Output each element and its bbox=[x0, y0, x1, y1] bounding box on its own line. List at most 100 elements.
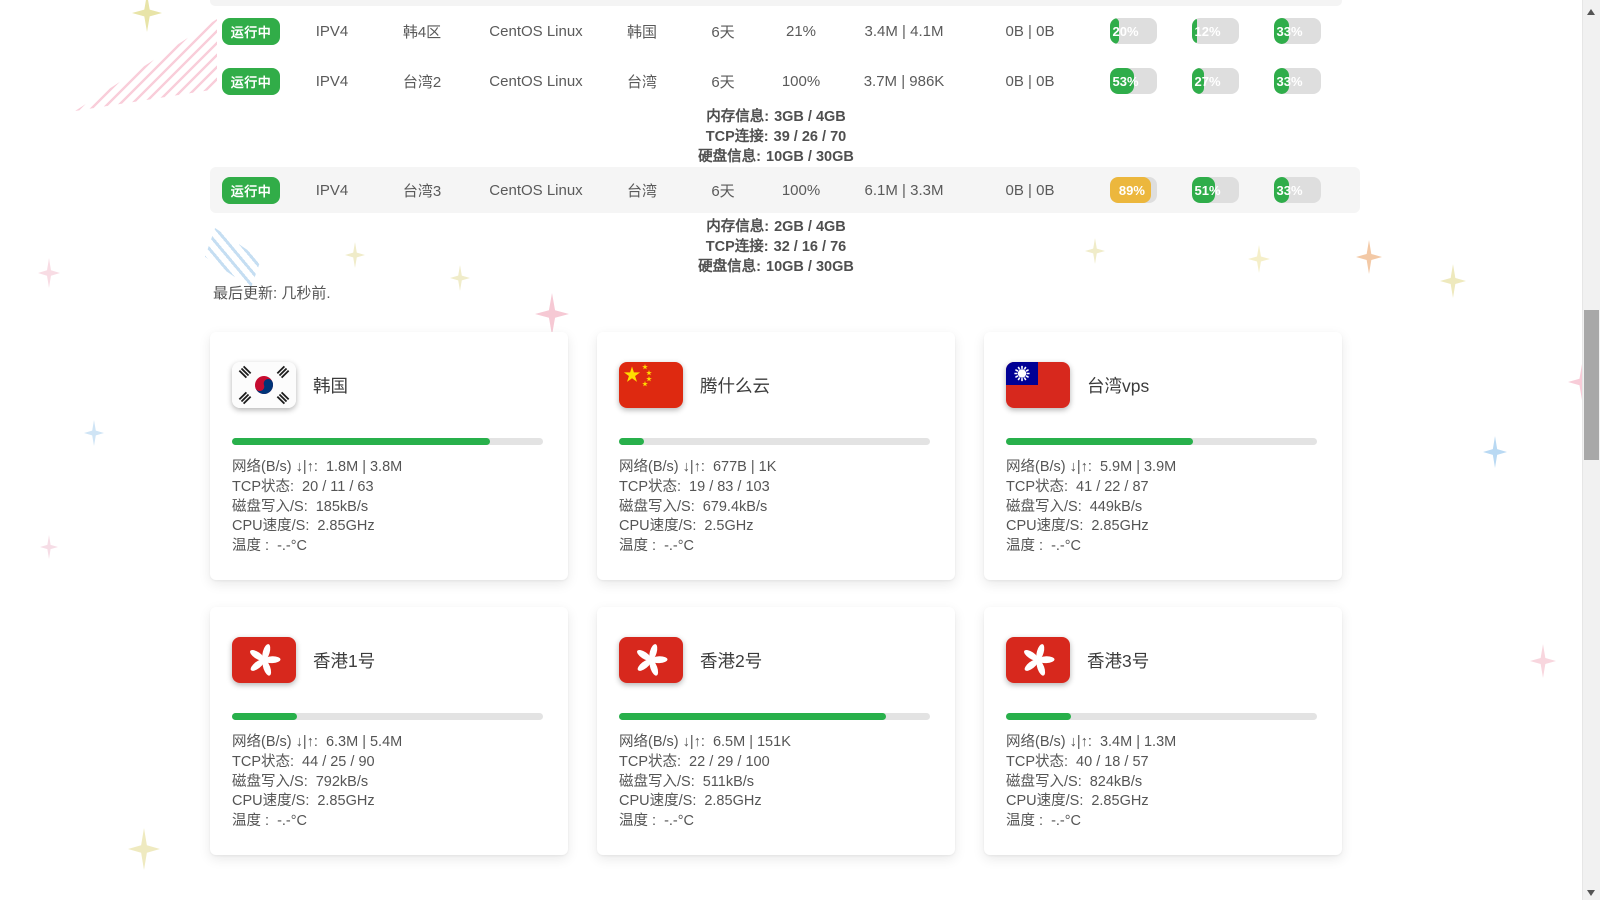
network-speed-stat: 网络(B/s) ↓|↑:5.9M | 3.9M bbox=[1006, 458, 1320, 478]
cell-server-name: 台湾2 bbox=[372, 71, 472, 92]
server-card: 香港1号 网络(B/s) ↓|↑:6.3M | 5.4M TCP状态:44 / … bbox=[210, 607, 568, 855]
sparkle-icon bbox=[1440, 264, 1466, 298]
cell-os: CentOS Linux bbox=[472, 73, 600, 90]
cell-ip-type: IPV4 bbox=[292, 73, 372, 90]
cpu-speed-stat: CPU速度/S:2.85GHz bbox=[232, 792, 546, 812]
cell-os: CentOS Linux bbox=[472, 182, 600, 199]
disk-usage-bar: 33% bbox=[1274, 68, 1321, 94]
tcp-status-stat: TCP状态:41 / 22 / 87 bbox=[1006, 478, 1320, 498]
server-card: 韩国 网络(B/s) ↓|↑:1.8M | 3.8M TCP状态:20 / 11… bbox=[210, 332, 568, 580]
sparkle-icon bbox=[40, 535, 58, 559]
disk-write-stat: 磁盘写入/S:511kB/s bbox=[619, 773, 933, 793]
network-speed-stat: 网络(B/s) ↓|↑:6.3M | 5.4M bbox=[232, 733, 546, 753]
sparkle-icon bbox=[535, 293, 569, 335]
cell-os: CentOS Linux bbox=[472, 23, 600, 40]
usage-progressbar bbox=[1006, 438, 1317, 445]
cell-network-speed: 3.4M | 4.1M bbox=[840, 23, 968, 40]
cpu-speed-stat: CPU速度/S:2.85GHz bbox=[232, 517, 546, 537]
cell-uptime: 6天 bbox=[684, 71, 762, 92]
cell-traffic: 0B | 0B bbox=[968, 73, 1092, 90]
cpu-speed-stat: CPU速度/S:2.85GHz bbox=[619, 792, 933, 812]
cpu-speed-stat: CPU速度/S:2.85GHz bbox=[1006, 517, 1320, 537]
temperature-stat: 温度 :-.-°C bbox=[232, 537, 546, 557]
scroll-down-arrow-icon[interactable] bbox=[1583, 883, 1600, 900]
network-speed-stat: 网络(B/s) ↓|↑:6.5M | 151K bbox=[619, 733, 933, 753]
cell-server-name: 韩4区 bbox=[372, 21, 472, 42]
server-table: 运行中 IPV4 韩4区 CentOS Linux 韩国 6天 21% 3.4M… bbox=[210, 0, 1362, 277]
temperature-stat: 温度 :-.-°C bbox=[1006, 537, 1320, 557]
server-card: 台湾vps 网络(B/s) ↓|↑:5.9M | 3.9M TCP状态:41 /… bbox=[984, 332, 1342, 580]
temperature-stat: 温度 :-.-°C bbox=[619, 812, 933, 832]
hongkong-flag-icon bbox=[232, 637, 296, 683]
disk-usage-bar: 33% bbox=[1274, 177, 1321, 203]
cpu-usage-bar: 89% bbox=[1110, 177, 1157, 203]
temperature-stat: 温度 :-.-°C bbox=[232, 812, 546, 832]
cell-server-name: 台湾3 bbox=[372, 180, 472, 201]
server-name: 台湾vps bbox=[1087, 373, 1149, 398]
table-row-partial bbox=[210, 0, 1342, 6]
status-badge: 运行中 bbox=[222, 68, 281, 95]
cell-load: 100% bbox=[762, 182, 840, 199]
sparkle-icon bbox=[1483, 436, 1507, 468]
tcp-status-stat: TCP状态:22 / 29 / 100 bbox=[619, 753, 933, 773]
tcp-status-stat: TCP状态:19 / 83 / 103 bbox=[619, 478, 933, 498]
usage-progressbar bbox=[232, 713, 543, 720]
server-card: 腾什么云 网络(B/s) ↓|↑:677B | 1K TCP状态:19 / 83… bbox=[597, 332, 955, 580]
network-speed-stat: 网络(B/s) ↓|↑:677B | 1K bbox=[619, 458, 933, 478]
row-details: 内存信息:2GB / 4GB TCP连接:32 / 16 / 76 硬盘信息:1… bbox=[210, 217, 1342, 277]
status-badge: 运行中 bbox=[222, 177, 281, 204]
disk-write-stat: 磁盘写入/S:679.4kB/s bbox=[619, 498, 933, 518]
scrollbar-thumb[interactable] bbox=[1584, 310, 1599, 460]
cpu-usage-bar: 53% bbox=[1110, 68, 1157, 94]
cell-location: 台湾 bbox=[600, 180, 684, 201]
usage-progressbar bbox=[619, 438, 930, 445]
server-cards-grid: 韩国 网络(B/s) ↓|↑:1.8M | 3.8M TCP状态:20 / 11… bbox=[210, 332, 1342, 855]
memory-info: 内存信息:2GB / 4GB bbox=[210, 217, 1342, 237]
ram-usage-bar: 27% bbox=[1192, 68, 1239, 94]
network-speed-stat: 网络(B/s) ↓|↑:3.4M | 1.3M bbox=[1006, 733, 1320, 753]
memory-info: 内存信息:3GB / 4GB bbox=[210, 107, 1342, 127]
server-card: 香港2号 网络(B/s) ↓|↑:6.5M | 151K TCP状态:22 / … bbox=[597, 607, 955, 855]
disk-write-stat: 磁盘写入/S:185kB/s bbox=[232, 498, 546, 518]
table-row[interactable]: 运行中 IPV4 台湾2 CentOS Linux 台湾 6天 100% 3.7… bbox=[210, 60, 1362, 102]
scroll-up-arrow-icon[interactable] bbox=[1583, 0, 1600, 17]
server-name: 香港1号 bbox=[313, 648, 375, 673]
server-card: 香港3号 网络(B/s) ↓|↑:3.4M | 1.3M TCP状态:40 / … bbox=[984, 607, 1342, 855]
server-name: 香港2号 bbox=[700, 648, 762, 673]
tcp-info: TCP连接:39 / 26 / 70 bbox=[210, 127, 1342, 147]
usage-progressbar bbox=[619, 713, 930, 720]
cell-ip-type: IPV4 bbox=[292, 23, 372, 40]
ram-usage-bar: 12% bbox=[1192, 18, 1239, 44]
sparkle-icon bbox=[1530, 644, 1556, 678]
disk-write-stat: 磁盘写入/S:792kB/s bbox=[232, 773, 546, 793]
cell-traffic: 0B | 0B bbox=[968, 23, 1092, 40]
ram-usage-bar: 51% bbox=[1192, 177, 1239, 203]
korea-flag-icon bbox=[232, 362, 296, 408]
tcp-status-stat: TCP状态:20 / 11 / 63 bbox=[232, 478, 546, 498]
sparkle-icon bbox=[132, 0, 162, 32]
cell-ip-type: IPV4 bbox=[292, 182, 372, 199]
cell-network-speed: 3.7M | 986K bbox=[840, 73, 968, 90]
scrollbar[interactable] bbox=[1582, 0, 1600, 900]
disk-write-stat: 磁盘写入/S:824kB/s bbox=[1006, 773, 1320, 793]
temperature-stat: 温度 :-.-°C bbox=[1006, 812, 1320, 832]
cell-load: 21% bbox=[762, 23, 840, 40]
cell-uptime: 6天 bbox=[684, 180, 762, 201]
disk-usage-bar: 33% bbox=[1274, 18, 1321, 44]
china-flag-icon bbox=[619, 362, 683, 408]
sparkle-icon bbox=[84, 420, 104, 446]
server-name: 香港3号 bbox=[1087, 648, 1149, 673]
table-row[interactable]: 运行中 IPV4 韩4区 CentOS Linux 韩国 6天 21% 3.4M… bbox=[210, 10, 1362, 52]
usage-progressbar bbox=[232, 438, 543, 445]
table-row[interactable]: 运行中 IPV4 台湾3 CentOS Linux 台湾 6天 100% 6.1… bbox=[210, 167, 1360, 213]
sparkle-icon bbox=[128, 828, 160, 870]
tcp-status-stat: TCP状态:44 / 25 / 90 bbox=[232, 753, 546, 773]
taiwan-flag-icon bbox=[1006, 362, 1070, 408]
tcp-info: TCP连接:32 / 16 / 76 bbox=[210, 237, 1342, 257]
server-name: 腾什么云 bbox=[700, 373, 770, 398]
cell-location: 台湾 bbox=[600, 71, 684, 92]
disk-info: 硬盘信息:10GB / 30GB bbox=[210, 147, 1342, 167]
cell-location: 韩国 bbox=[600, 21, 684, 42]
cell-load: 100% bbox=[762, 73, 840, 90]
tcp-status-stat: TCP状态:40 / 18 / 57 bbox=[1006, 753, 1320, 773]
